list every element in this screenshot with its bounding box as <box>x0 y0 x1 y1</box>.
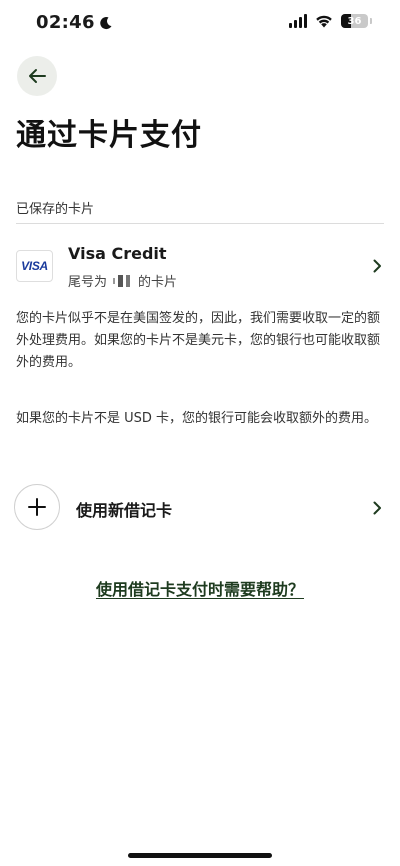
section-divider <box>16 223 384 224</box>
battery-icon: 36 <box>341 14 372 28</box>
plus-icon <box>28 498 46 516</box>
add-debit-card-label: 使用新借记卡 <box>76 501 173 520</box>
moon-icon <box>100 16 112 29</box>
chevron-right-icon <box>373 259 381 273</box>
saved-cards-label: 已保存的卡片 <box>16 202 95 217</box>
wifi-icon <box>316 15 332 28</box>
page-title: 通过卡片支付 <box>16 118 202 153</box>
arrow-left-icon <box>29 69 46 83</box>
debit-card-help-link[interactable]: 使用借记卡支付时需要帮助？ <box>0 576 400 600</box>
plus-button[interactable] <box>14 484 60 530</box>
add-debit-card-row[interactable]: 使用新借记卡 <box>0 484 400 532</box>
visa-logo-text: VISA <box>21 259 48 273</box>
status-bar: 02:46 36 <box>0 0 400 48</box>
card-tail-suffix: 的卡片 <box>138 275 178 290</box>
card-name: Visa Credit <box>68 244 167 263</box>
saved-card-row[interactable]: VISA Visa Credit 尾号为 的卡片 <box>0 236 400 296</box>
status-time: 02:46 <box>36 12 95 33</box>
back-button[interactable] <box>17 56 57 96</box>
visa-logo: VISA <box>16 250 53 282</box>
status-icons: 36 <box>289 14 372 28</box>
currency-fee-notice: 如果您的卡片不是 USD 卡，您的银行可能会收取额外的费用。 <box>16 411 378 426</box>
battery-level: 36 <box>347 15 362 27</box>
masked-card-digits <box>113 274 131 287</box>
foreign-fee-notice: 您的卡片似乎不是在美国签发的，因此，我们需要收取一定的额外处理费用。如果您的卡片… <box>16 311 381 370</box>
home-indicator[interactable] <box>128 853 272 858</box>
card-tail-info: 尾号为 的卡片 <box>68 271 177 290</box>
cellular-signal-icon <box>289 14 307 28</box>
chevron-right-icon <box>373 501 381 515</box>
card-tail-prefix: 尾号为 <box>68 275 108 290</box>
status-time-group: 02:46 <box>36 12 113 33</box>
